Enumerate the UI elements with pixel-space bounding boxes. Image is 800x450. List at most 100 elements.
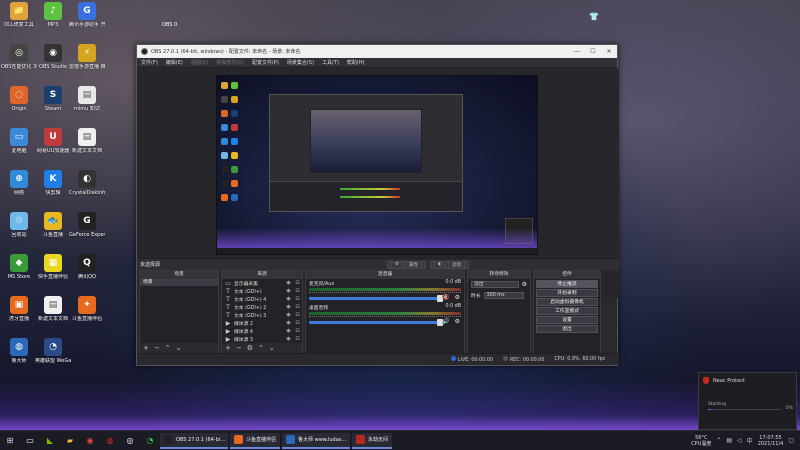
explorer-icon[interactable]: ▰ (62, 433, 78, 449)
shirt-icon[interactable]: 👕 (589, 12, 599, 21)
gear-icon[interactable]: ⚙ (455, 318, 460, 325)
visibility-eye-icon[interactable]: ◉ (284, 336, 293, 342)
scene-item[interactable]: 场景 (140, 279, 218, 286)
speaker-icon[interactable]: ◁ (737, 437, 742, 444)
clock[interactable]: 17:07:55 2021/11/4 (758, 435, 784, 447)
visibility-eye-icon[interactable]: ◉ (284, 328, 293, 334)
visibility-eye-icon[interactable]: ◉ (284, 320, 293, 326)
visibility-eye-icon[interactable]: ◉ (284, 280, 293, 286)
desktop-icon[interactable]: ◆ MS Store (2, 254, 36, 280)
desktop-icon[interactable]: 🐟 斗鱼直播 (36, 212, 70, 238)
source-item[interactable]: ▶ 媒体源 3 ◉ ⊡ (222, 335, 302, 343)
remove-icon[interactable]: − (154, 344, 160, 352)
exit-button[interactable]: 退出 (536, 325, 598, 333)
menu-view[interactable]: 视图(V) (191, 59, 208, 66)
desktop-icon[interactable]: K 快剪辑 (36, 170, 70, 196)
source-item[interactable]: T 文本 (GDI+) ◉ ⊡ (222, 287, 302, 295)
close-icon[interactable]: ✕ (601, 48, 617, 55)
visibility-eye-icon[interactable]: ◉ (284, 312, 293, 318)
desktop-icon[interactable]: ▤ 新建文本文档 (36, 296, 70, 322)
network-icon[interactable]: ▤ (726, 437, 732, 444)
source-item[interactable]: ▶ 媒体源 4 ◉ ⊡ (222, 327, 302, 335)
studio-mode-button[interactable]: 工作室模式 (536, 307, 598, 315)
desktop-icon[interactable]: ◔ 英雄联盟 WeGame (35, 338, 71, 364)
desktop-icon[interactable]: G GeForce Experience (69, 212, 105, 238)
desktop-icon[interactable]: ◉ OBS Studio (36, 44, 70, 70)
desktop-icon[interactable]: U 网易UU加速器 (36, 128, 70, 154)
menu-scene-collection[interactable]: 场景集合(S) (287, 59, 314, 66)
netease-music-icon[interactable]: ◍ (102, 433, 118, 449)
volume-slider[interactable] (309, 319, 443, 326)
lock-icon[interactable]: ⊡ (293, 328, 302, 334)
desktop-icon[interactable]: ⚡ 雷霆手游直播 推流 (69, 44, 105, 70)
menu-help[interactable]: 帮助(H) (347, 59, 365, 66)
taskbar-app-button[interactable]: 斗鱼直播伴侣 (230, 432, 281, 449)
desktop-icon[interactable]: ▭ 此电脑 (2, 128, 36, 154)
desktop-icon[interactable]: ♲ 回收站 (2, 212, 36, 238)
menu-docks[interactable]: 停靠部件(D) (216, 59, 244, 66)
desktop-icon[interactable]: ⊕ 网络 (2, 170, 36, 196)
start-virtual-camera-button[interactable]: 启动虚拟摄像机 (536, 298, 598, 306)
duration-input[interactable]: 300 ms (483, 292, 524, 299)
lock-icon[interactable]: ⊡ (293, 296, 302, 302)
volume-slider[interactable] (309, 295, 443, 302)
add-icon[interactable]: + (143, 344, 149, 352)
wechat-icon[interactable]: ◔ (142, 433, 158, 449)
lock-icon[interactable]: ⊡ (293, 336, 302, 342)
desktop-icon[interactable]: ♪ MP3 (36, 2, 70, 28)
desktop-icon[interactable]: ▤ mimu 知识 (70, 86, 104, 112)
source-item[interactable]: T 文本 (GDI+) 3 ◉ ⊡ (222, 311, 302, 319)
desktop-icon[interactable]: ◎ OBS性能优化 3DM整合 (1, 44, 37, 70)
source-item[interactable]: T 文本 (GDI+) 2 ◉ ⊡ (222, 303, 302, 311)
lock-icon[interactable]: ⊡ (293, 288, 302, 294)
gear-icon[interactable]: ⚙ (247, 344, 253, 352)
visibility-eye-icon[interactable]: ◉ (284, 288, 293, 294)
desktop-icon[interactable]: ▤ 新建文本文档 (70, 128, 104, 154)
desktop-icon[interactable]: ◍ 鲁大师 (2, 338, 36, 364)
menu-tools[interactable]: 工具(T) (322, 59, 339, 66)
start-recording-button[interactable]: 开始录制 (536, 289, 598, 297)
move-up-icon[interactable]: ⌃ (165, 344, 171, 352)
source-item[interactable]: ▭ 显示器采集 ◉ ⊡ (222, 279, 302, 287)
taskbar-app-button[interactable]: 永劫无间 (352, 432, 393, 449)
source-item[interactable]: ▶ 媒体源 2 ◉ ⊡ (222, 319, 302, 327)
lock-icon[interactable]: ⊡ (293, 312, 302, 318)
lock-icon[interactable]: ⊡ (293, 280, 302, 286)
source-item[interactable]: T 文本 (GDI+) 4 ◉ ⊡ (222, 295, 302, 303)
obs-title-bar[interactable]: OBS 27.0.1 (64-bit, windows) - 配置文件: 未命名… (137, 45, 617, 58)
filters-button[interactable]: ◐ 滤镜 (430, 260, 469, 269)
desktop-icon[interactable]: ✦ 斗鱼直播伴侣 (70, 296, 104, 322)
visibility-eye-icon[interactable]: ◉ (284, 304, 293, 310)
maximize-icon[interactable]: ☐ (585, 48, 601, 55)
gear-icon[interactable]: ⚙ (455, 294, 460, 301)
desktop-icon[interactable]: S Steam (36, 86, 70, 112)
nvidia-icon[interactable]: ◣ (42, 433, 58, 449)
desktop-icon[interactable]: ▦ 快手直播伴侣 (36, 254, 70, 280)
menu-file[interactable]: 文件(F) (141, 59, 158, 66)
desktop-icon[interactable]: Q 腾讯QQ (70, 254, 104, 280)
cpu-temp-widget[interactable]: 56°C CPU温度 (691, 435, 711, 447)
windows-start-icon[interactable]: ⊞ (2, 433, 18, 449)
speaker-icon[interactable]: 🔊 (442, 318, 449, 325)
remove-icon[interactable]: − (236, 344, 242, 352)
taskbar-app-button[interactable]: OBS 27.0.1 (64-bi... (160, 432, 228, 449)
move-down-icon[interactable]: ⌄ (269, 344, 275, 352)
obs-icon[interactable]: ◎ (122, 433, 138, 449)
lock-icon[interactable]: ⊡ (293, 304, 302, 310)
minimize-icon[interactable]: — (569, 48, 585, 55)
desktop-icon[interactable]: ▣ 虎牙直播 (2, 296, 36, 322)
stop-streaming-button[interactable]: 停止推流 (536, 280, 598, 288)
chrome-icon[interactable]: ◉ (82, 433, 98, 449)
menu-edit[interactable]: 编辑(E) (166, 59, 183, 66)
desktop-icon[interactable]: G 腾讯手游助手 开放平台 (69, 2, 105, 28)
menu-profile[interactable]: 配置文件(P) (252, 59, 279, 66)
properties-button[interactable]: ⚙ 属性 (387, 260, 427, 269)
move-up-icon[interactable]: ⌃ (258, 344, 264, 352)
desktop-icon[interactable]: ◌ Origin (2, 86, 36, 112)
desktop-icon[interactable]: ◐ CrystalDiskInfo (69, 170, 105, 196)
add-icon[interactable]: + (225, 344, 231, 352)
move-down-icon[interactable]: ⌄ (176, 344, 182, 352)
muted-speaker-icon[interactable]: 🔇 (442, 294, 449, 301)
settings-button[interactable]: 设置 (536, 316, 598, 324)
task-view-icon[interactable]: ▭ (22, 433, 38, 449)
